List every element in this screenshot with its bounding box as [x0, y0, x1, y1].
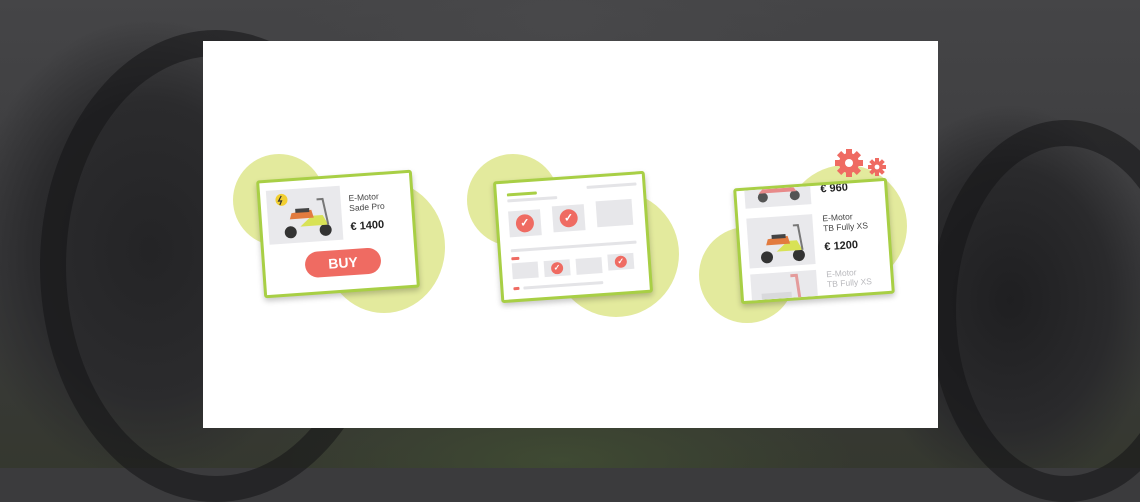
row-box-2[interactable]: ✓	[543, 259, 571, 278]
check-icon: ✓	[559, 208, 579, 228]
scooter-icon	[275, 193, 332, 239]
form-header-bar	[506, 191, 537, 197]
check-icon: ✓	[614, 255, 628, 269]
check-icon: ✓	[550, 261, 564, 275]
row-box-3[interactable]	[575, 257, 603, 275]
scooter-thumbnail-top	[743, 177, 812, 209]
check-icon: ✓	[515, 213, 535, 233]
product-list-illustration: € 960 E-Motor TB Fully XS € 1200 E-Motor…	[697, 143, 917, 329]
footer-bar	[523, 281, 604, 290]
row-box-1[interactable]	[511, 261, 539, 280]
option-box-1[interactable]: ✓	[508, 209, 542, 238]
product-card: E-Motor Sade Pro € 1400 BUY	[256, 169, 420, 299]
scooter-thumbnail	[746, 214, 816, 269]
scooter-icon	[761, 273, 802, 300]
product-list-card: € 960 E-Motor TB Fully XS € 1200 E-Motor…	[733, 177, 895, 305]
buy-button[interactable]: BUY	[304, 247, 382, 279]
form-card: ✓ ✓ ✓ ✓	[492, 170, 654, 304]
form-header-bar-2	[507, 196, 558, 203]
scooter-thumbnail-bottom	[750, 269, 819, 305]
form-header-bar-3	[586, 182, 637, 189]
product-price: € 1200	[824, 238, 859, 254]
top-product-price: € 960	[819, 181, 849, 196]
product-price: € 1400	[350, 218, 385, 234]
footer-marker	[513, 286, 520, 291]
divider-bar	[510, 240, 637, 253]
product-name: E-Motor TB Fully XS	[822, 211, 869, 234]
modal-dialog: E-Motor Sade Pro € 1400 BUY ✓ ✓ ✓ ✓ € 96…	[203, 41, 938, 428]
scooter-thumbnail	[265, 185, 344, 245]
row-box-4[interactable]: ✓	[607, 252, 635, 271]
row-marker	[511, 256, 520, 261]
product-name: E-Motor Sade Pro	[348, 191, 385, 214]
option-box-2[interactable]: ✓	[551, 204, 586, 233]
option-box-3[interactable]	[595, 198, 634, 228]
faded-product-name: E-Motor TB Fully XS	[825, 267, 873, 290]
scooter-icon	[761, 224, 805, 264]
product-card-illustration: E-Motor Sade Pro € 1400 BUY	[233, 151, 453, 321]
form-checklist-illustration: ✓ ✓ ✓ ✓	[465, 151, 685, 321]
scooter-icon	[757, 185, 800, 203]
